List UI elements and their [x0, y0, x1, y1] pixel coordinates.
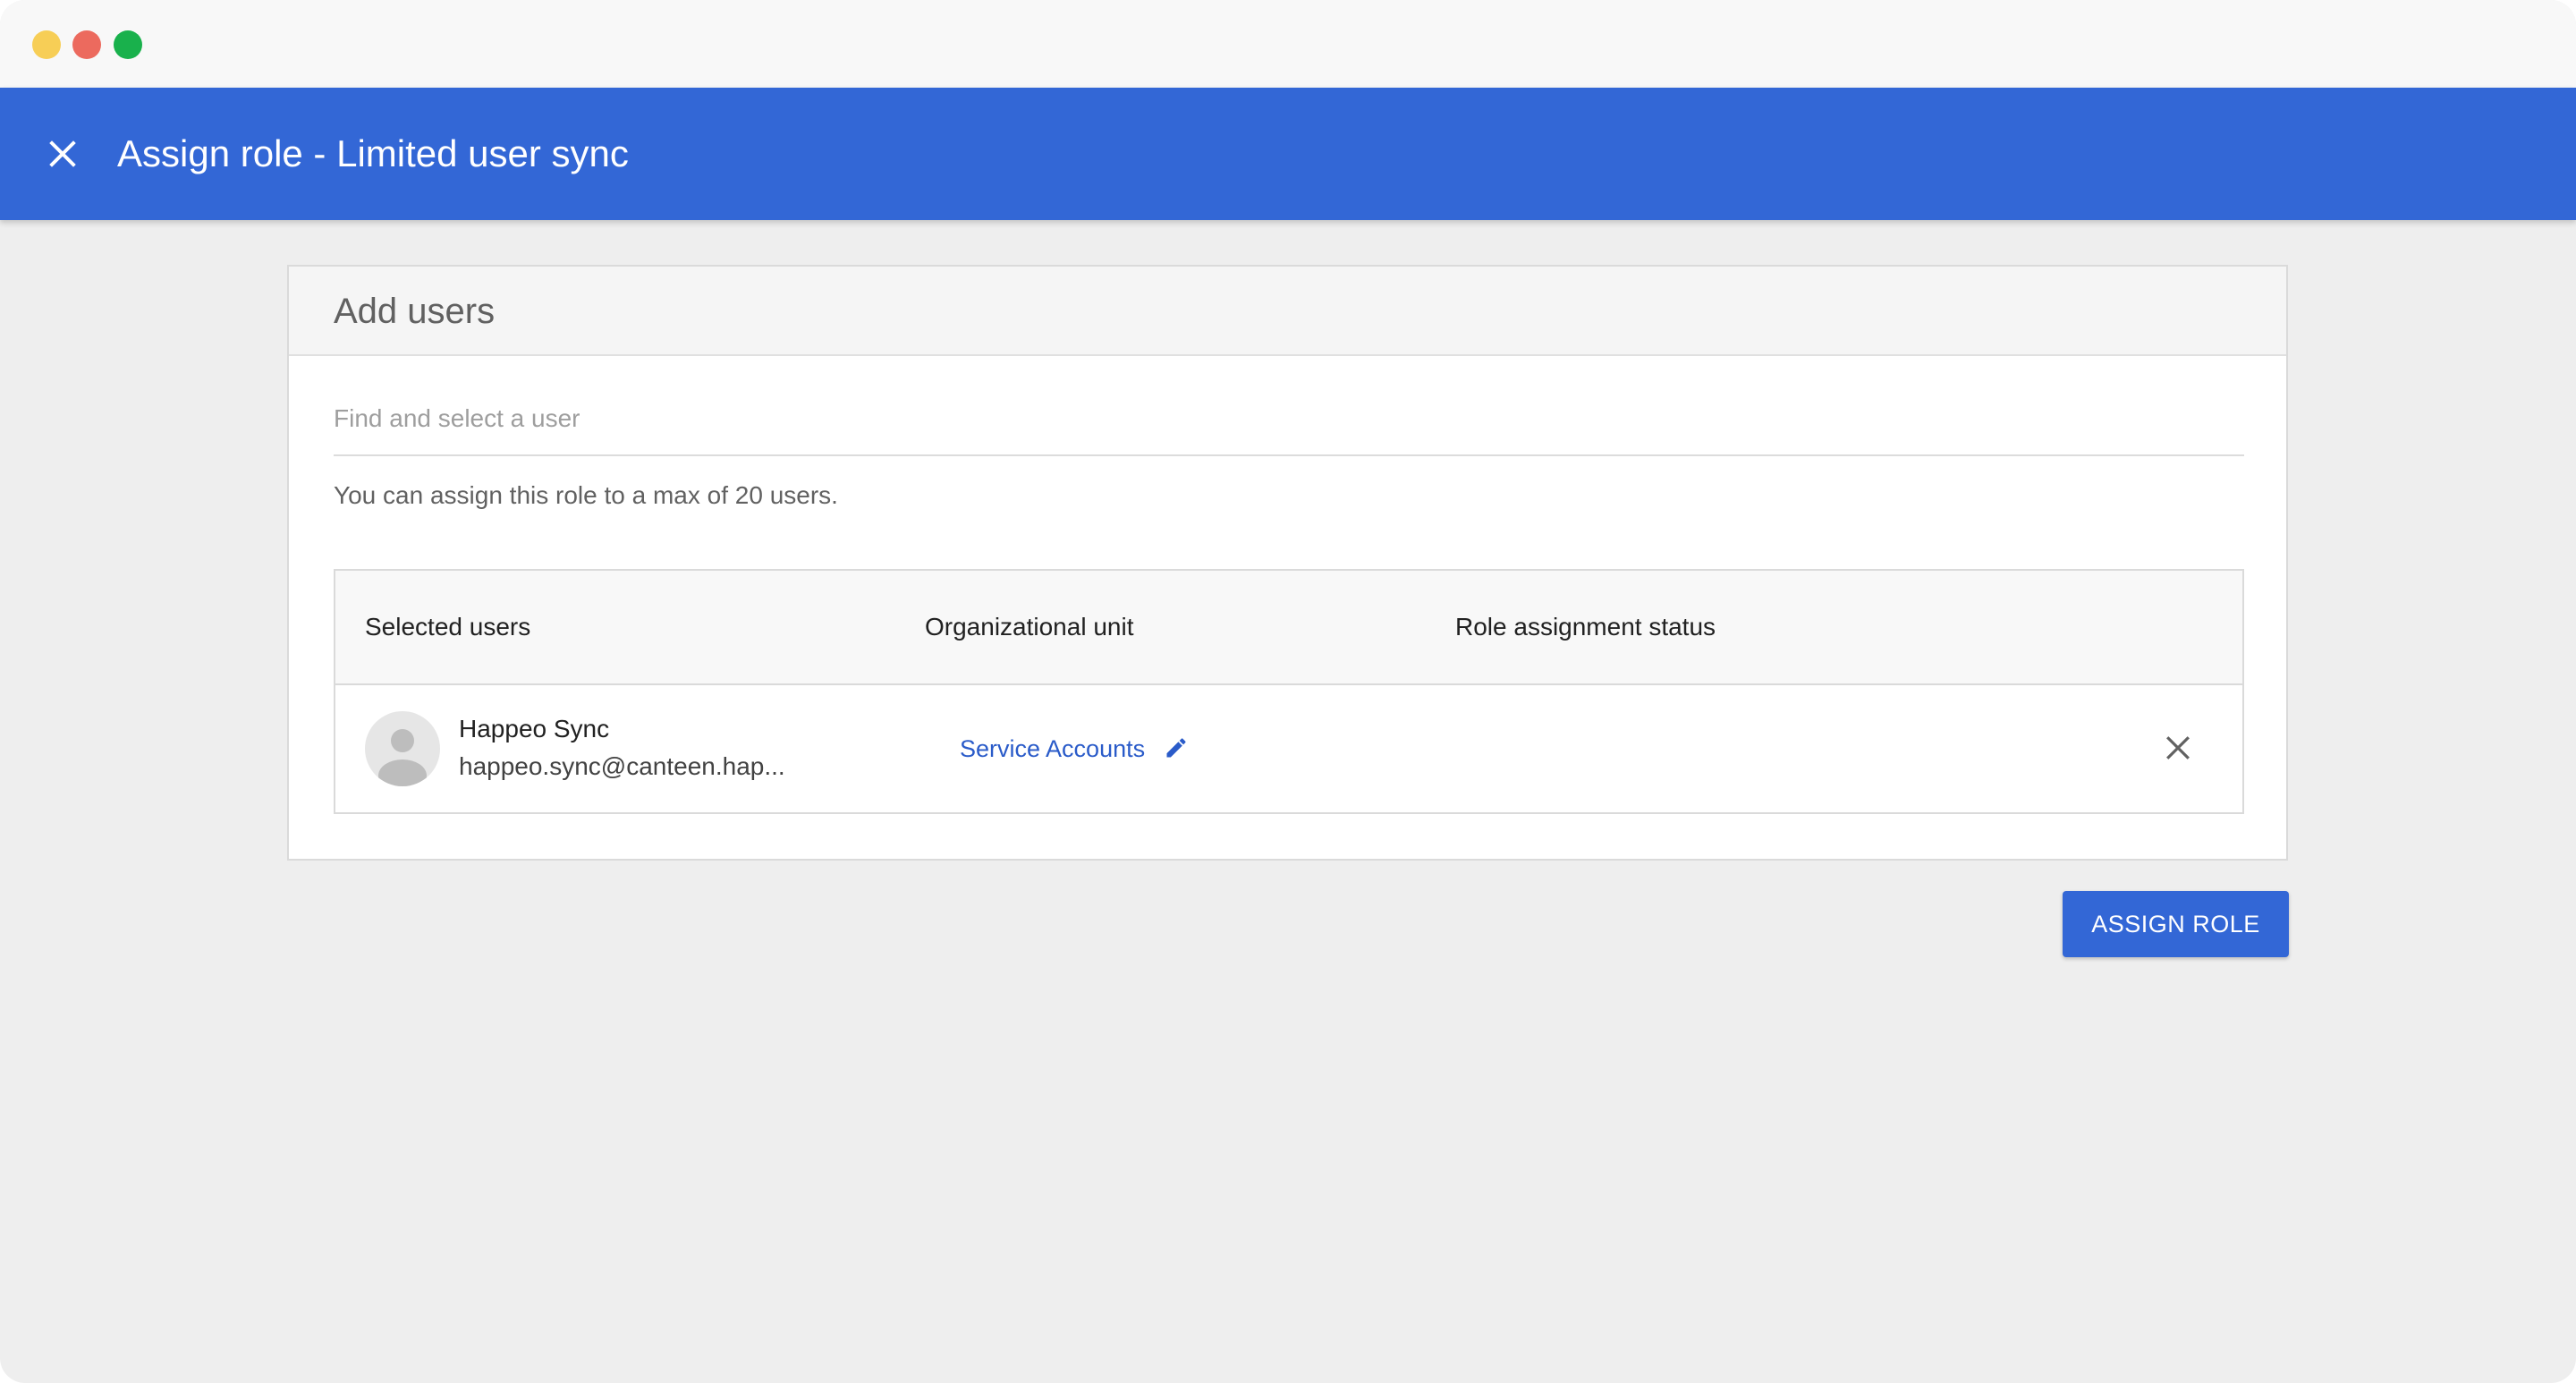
- window-zoom-button[interactable]: [114, 30, 142, 59]
- window-close-button[interactable]: [72, 30, 101, 59]
- user-name: Happeo Sync: [459, 715, 610, 742]
- app-header: Assign role - Limited user sync: [0, 88, 2576, 220]
- selected-users-table: Selected users Organizational unit Role …: [334, 569, 2244, 814]
- card-header: Add users: [289, 267, 2286, 356]
- window-minimize-button[interactable]: [32, 30, 61, 59]
- user-search-input[interactable]: [334, 383, 2244, 456]
- assign-role-button[interactable]: ASSIGN ROLE: [2063, 891, 2289, 957]
- app-window: Assign role - Limited user sync Add user…: [0, 0, 2576, 1383]
- close-icon: [2166, 736, 2190, 759]
- close-icon: [49, 140, 76, 167]
- close-dialog-button[interactable]: [36, 127, 89, 181]
- column-header-role-assignment-status: Role assignment status: [1455, 613, 1716, 641]
- add-users-card: Add users You can assign this role to a …: [287, 265, 2288, 861]
- table-header: Selected users Organizational unit Role …: [335, 571, 2242, 685]
- org-unit-link[interactable]: Service Accounts: [960, 732, 1145, 766]
- card-heading: Add users: [334, 292, 496, 331]
- edit-org-unit-button[interactable]: [1158, 730, 1194, 766]
- column-header-organizational-unit: Organizational unit: [925, 613, 1134, 641]
- window-titlebar: [0, 0, 2576, 88]
- table-row: Happeo Sync happeo.sync@canteen.hap... S…: [335, 685, 2242, 812]
- max-users-hint: You can assign this role to a max of 20 …: [334, 481, 838, 509]
- pencil-icon: [1166, 738, 1186, 758]
- avatar: [365, 711, 440, 786]
- user-email: happeo.sync@canteen.hap...: [459, 752, 785, 780]
- dialog-title: Assign role - Limited user sync: [117, 132, 629, 174]
- column-header-selected-users: Selected users: [365, 613, 531, 641]
- remove-user-button[interactable]: [2155, 725, 2201, 771]
- person-icon: [378, 729, 427, 786]
